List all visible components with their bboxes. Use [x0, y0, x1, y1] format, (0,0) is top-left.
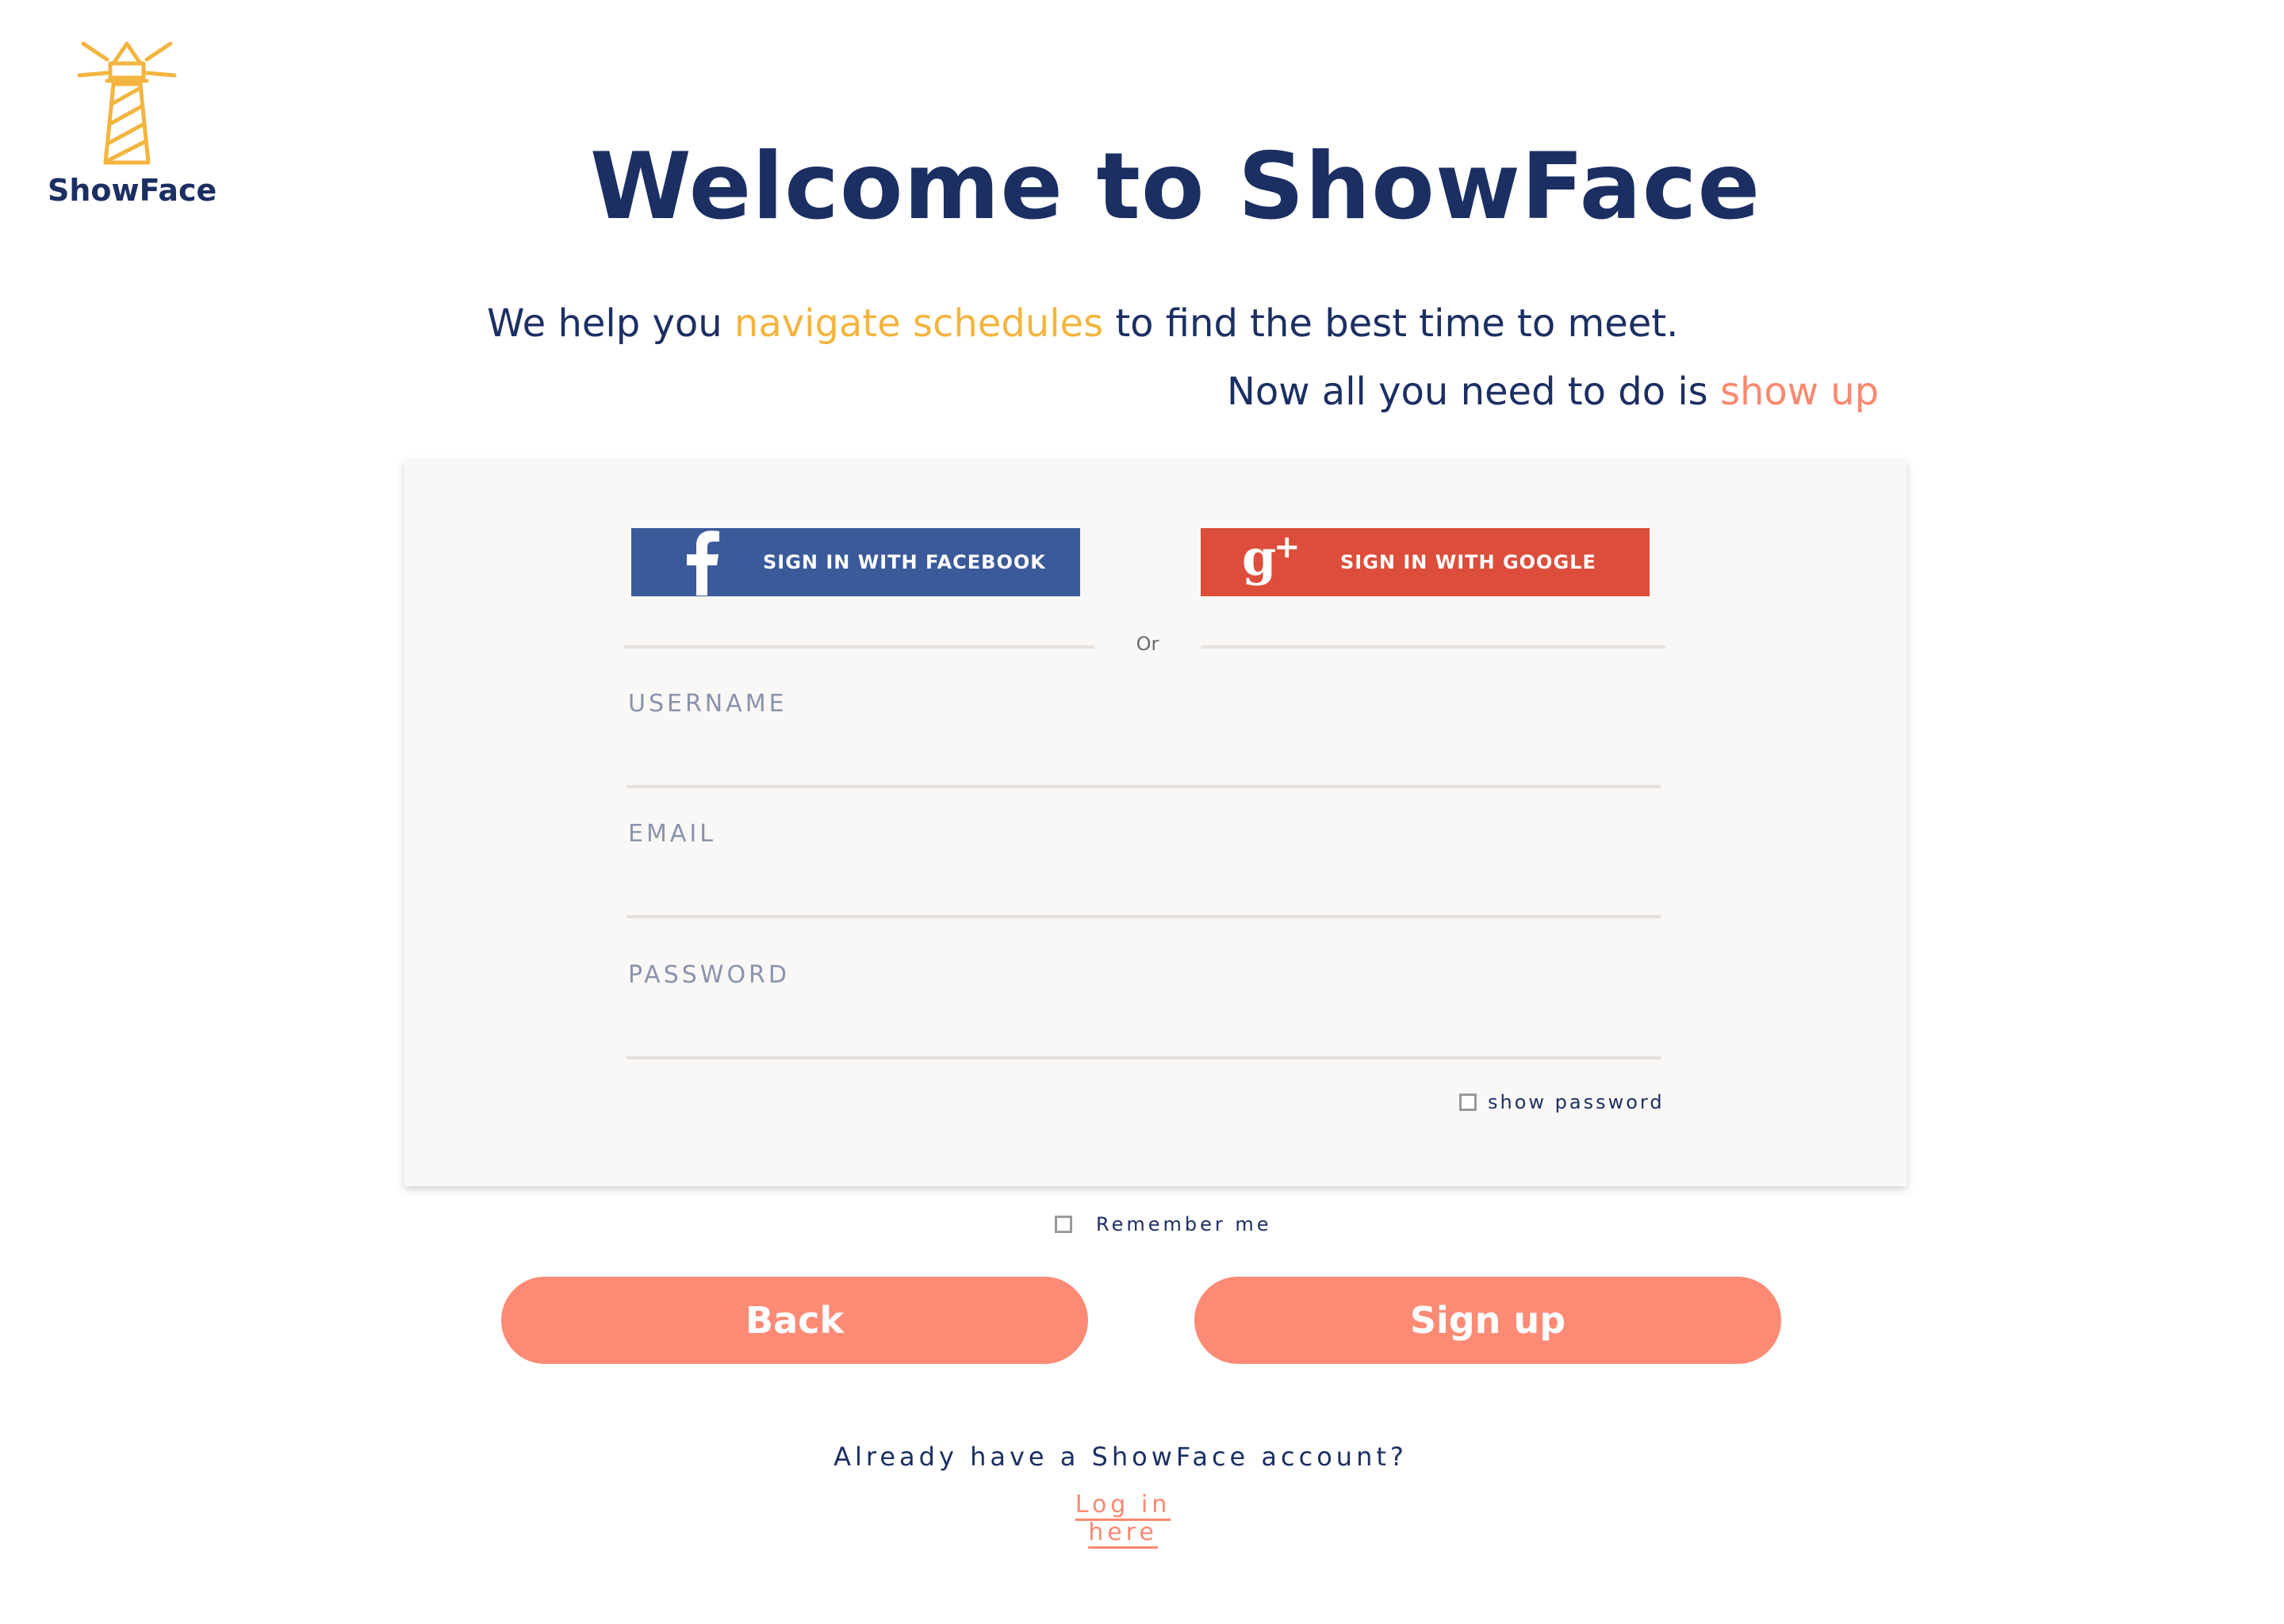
password-input[interactable]: [627, 1009, 1661, 1059]
email-input[interactable]: [627, 868, 1661, 918]
remember-me-label: Remember me: [1096, 1213, 1272, 1235]
divider-or-text: Or: [1136, 633, 1159, 655]
login-link[interactable]: Log in here: [1039, 1491, 1207, 1546]
tagline-line-1: We help you navigate schedules to find t…: [487, 301, 1678, 346]
facebook-signin-button[interactable]: SIGN IN WITH FACEBOOK: [631, 528, 1080, 596]
tagline-2-before: Now all you need to do is: [1227, 370, 1720, 414]
show-password-toggle[interactable]: show password: [1459, 1091, 1665, 1113]
remember-me-toggle[interactable]: Remember me: [1055, 1213, 1272, 1235]
show-password-checkbox[interactable]: [1459, 1094, 1477, 1111]
signup-button[interactable]: Sign up: [1194, 1277, 1781, 1364]
already-have-account-text: Already have a ShowFace account?: [834, 1442, 1408, 1472]
facebook-icon: [679, 528, 726, 596]
tagline-line-2: Now all you need to do is show up: [1227, 370, 1879, 414]
svg-text:+: +: [1274, 529, 1301, 565]
facebook-signin-label: SIGN IN WITH FACEBOOK: [763, 551, 1046, 573]
google-signin-label: SIGN IN WITH GOOGLE: [1340, 551, 1596, 573]
google-plus-icon: g +: [1240, 528, 1304, 596]
svg-text:g: g: [1242, 529, 1277, 587]
tagline-1-after: to find the best time to meet.: [1103, 301, 1679, 346]
tagline-1-before: We help you: [487, 301, 734, 346]
username-input[interactable]: [627, 737, 1661, 788]
tagline-1-highlight: navigate schedules: [734, 301, 1104, 346]
divider-left: [623, 645, 1094, 649]
email-label: EMAIL: [628, 820, 716, 848]
signup-card: SIGN IN WITH FACEBOOK g + SIGN IN WITH G…: [404, 460, 1907, 1186]
tagline-2-highlight: show up: [1719, 370, 1880, 414]
back-button[interactable]: Back: [501, 1277, 1088, 1364]
username-label: USERNAME: [628, 690, 788, 718]
divider-right: [1201, 645, 1665, 649]
password-label: PASSWORD: [628, 961, 791, 989]
show-password-label: show password: [1488, 1091, 1665, 1113]
google-signin-button[interactable]: g + SIGN IN WITH GOOGLE: [1201, 528, 1650, 596]
remember-me-checkbox[interactable]: [1055, 1216, 1072, 1233]
page-title: Welcome to ShowFace: [589, 133, 1761, 240]
